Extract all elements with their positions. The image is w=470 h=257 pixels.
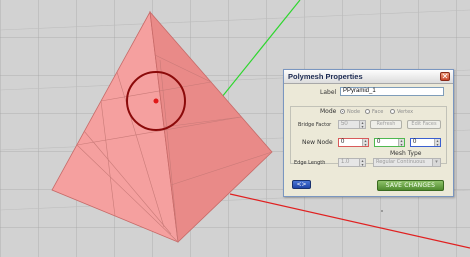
new-node-caption: New Node (302, 139, 333, 146)
new-node-y-input[interactable]: 0 ▴ ▾ (374, 138, 405, 147)
save-changes-button[interactable]: SAVE CHANGES (377, 180, 444, 191)
bridge-factor-input: 50 ▴ ▾ (338, 120, 366, 129)
bridge-factor-spinner: ▴ ▾ (359, 121, 365, 128)
link-button[interactable]: <> (292, 180, 311, 189)
mode-face-radio[interactable] (365, 109, 370, 114)
new-node-z-spinner[interactable]: ▴ ▾ (434, 139, 440, 146)
new-node-y-value: 0 (377, 139, 381, 145)
cursor-dot (381, 210, 383, 212)
dialog-titlebar[interactable]: Polymesh Properties ✕ (284, 70, 453, 84)
mode-vertex-label: Vertex (397, 109, 414, 115)
chevron-down-icon: ▾ (432, 159, 440, 166)
pyramid-mesh[interactable] (51, 10, 273, 243)
new-node-z-value: 0 (413, 139, 417, 145)
transform-gizmo-center[interactable] (153, 98, 159, 104)
label-caption: Label (320, 89, 337, 96)
mesh-type-caption: Mesh Type (390, 150, 422, 157)
new-node-y-spinner[interactable]: ▴ ▾ (398, 139, 404, 146)
edge-length-input: 1.0 ▴ ▾ (338, 158, 366, 167)
mesh-type-value: Regular Continuous (376, 159, 426, 165)
new-node-x-input[interactable]: 0 ▴ ▾ (338, 138, 369, 147)
refresh-button: Refresh (370, 120, 402, 129)
new-node-z-input[interactable]: 0 ▴ ▾ (410, 138, 441, 147)
mode-group (290, 106, 447, 164)
polymesh-properties-dialog: Polymesh Properties ✕ Label PPyramid_1 M… (283, 69, 454, 197)
bridge-factor-value: 50 (341, 121, 348, 127)
bridge-factor-caption: Bridge Factor (298, 122, 332, 128)
edge-length-caption: Edge Length (294, 160, 326, 166)
mesh-type-select: Regular Continuous ▾ (373, 158, 441, 167)
new-node-x-value: 0 (341, 139, 345, 145)
close-icon[interactable]: ✕ (440, 72, 450, 81)
axis-x-red (229, 193, 470, 249)
mode-face-label: Face (372, 109, 384, 115)
mode-vertex-radio[interactable] (390, 109, 395, 114)
mode-caption: Mode (320, 108, 337, 115)
dialog-title: Polymesh Properties (288, 72, 363, 81)
new-node-x-spinner[interactable]: ▴ ▾ (362, 139, 368, 146)
mode-node-label: Node (347, 109, 361, 115)
label-input[interactable]: PPyramid_1 (340, 87, 444, 96)
mode-node-radio[interactable] (340, 109, 345, 114)
edit-faces-button: Edit Faces (407, 120, 441, 129)
edge-length-value: 1.0 (341, 159, 350, 165)
edge-length-spinner: ▴ ▾ (359, 159, 365, 166)
